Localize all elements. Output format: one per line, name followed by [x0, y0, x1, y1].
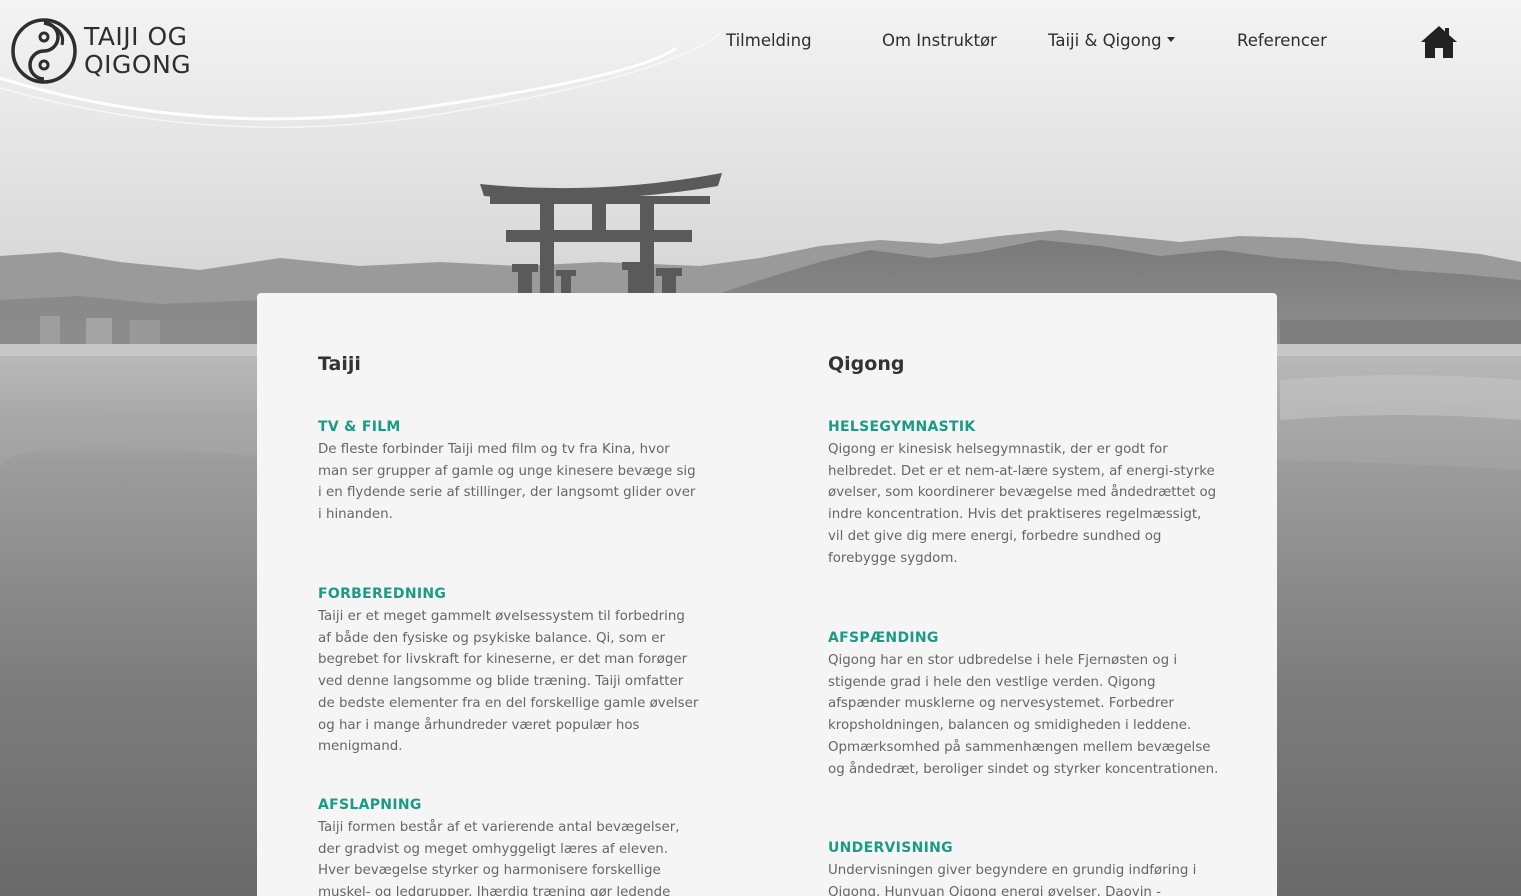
section-text: Undervisningen giver begyndere en grundi…	[828, 863, 1197, 896]
taiji-title: Taiji	[318, 353, 361, 375]
qigong-section-undervisning: UNDERVISNING Undervisningen giver begynd…	[828, 838, 1220, 896]
section-heading: AFSLAPNING	[318, 797, 422, 813]
section-text: De fleste forbinder Taiji med film og tv…	[318, 442, 696, 523]
nav-item-tilmelding[interactable]: Tilmelding	[726, 29, 812, 53]
section-heading: HELSEGYMNASTIK	[828, 419, 976, 435]
page: TAIJI OG QIGONG Tilmelding Om Instruktør…	[0, 0, 1521, 896]
section-text: Taiji formen består af et varierende ant…	[318, 820, 680, 896]
section-text: Qigong er kinesisk helsegymnastik, der e…	[828, 442, 1217, 566]
taiji-section-tv-film: TV & FILM De fleste forbinder Taiji med …	[318, 417, 700, 526]
taiji-section-forberedning: FORBEREDNING Taiji er et meget gammelt ø…	[318, 584, 700, 758]
section-text: Qigong har en stor udbredelse i hele Fje…	[828, 653, 1219, 777]
section-heading: TV & FILM	[318, 419, 401, 435]
logo-line-2: QIGONG	[84, 50, 192, 79]
home-icon	[1421, 26, 1457, 58]
nav-item-om-instruktor[interactable]: Om Instruktør	[882, 29, 997, 53]
qigong-section-helsegymnastik: HELSEGYMNASTIK Qigong er kinesisk helseg…	[828, 417, 1220, 569]
section-text: Taiji er et meget gammelt øvelsessystem …	[318, 609, 699, 755]
section-heading: AFSPÆNDING	[828, 630, 939, 646]
section-heading: UNDERVISNING	[828, 840, 953, 856]
nav-item-taiji-qigong-label: Taiji & Qigong	[1048, 31, 1162, 50]
taiji-section-afslapning: AFSLAPNING Taiji formen består af et var…	[318, 795, 700, 896]
main-nav: Tilmelding Om Instruktør Taiji & Qigong …	[0, 29, 1521, 55]
nav-item-taiji-qigong-dropdown[interactable]: Taiji & Qigong	[1048, 29, 1175, 53]
section-heading: FORBEREDNING	[318, 586, 447, 602]
caret-down-icon	[1166, 37, 1175, 42]
qigong-section-afspaending: AFSPÆNDING Qigong har en stor udbredelse…	[828, 628, 1220, 780]
home-button[interactable]	[1420, 24, 1458, 60]
site-header: TAIJI OG QIGONG Tilmelding Om Instruktør…	[0, 0, 1521, 90]
qigong-title: Qigong	[828, 353, 905, 375]
nav-item-referencer[interactable]: Referencer	[1237, 29, 1327, 53]
content-card: Taiji TV & FILM De fleste forbinder Taij…	[257, 293, 1277, 896]
